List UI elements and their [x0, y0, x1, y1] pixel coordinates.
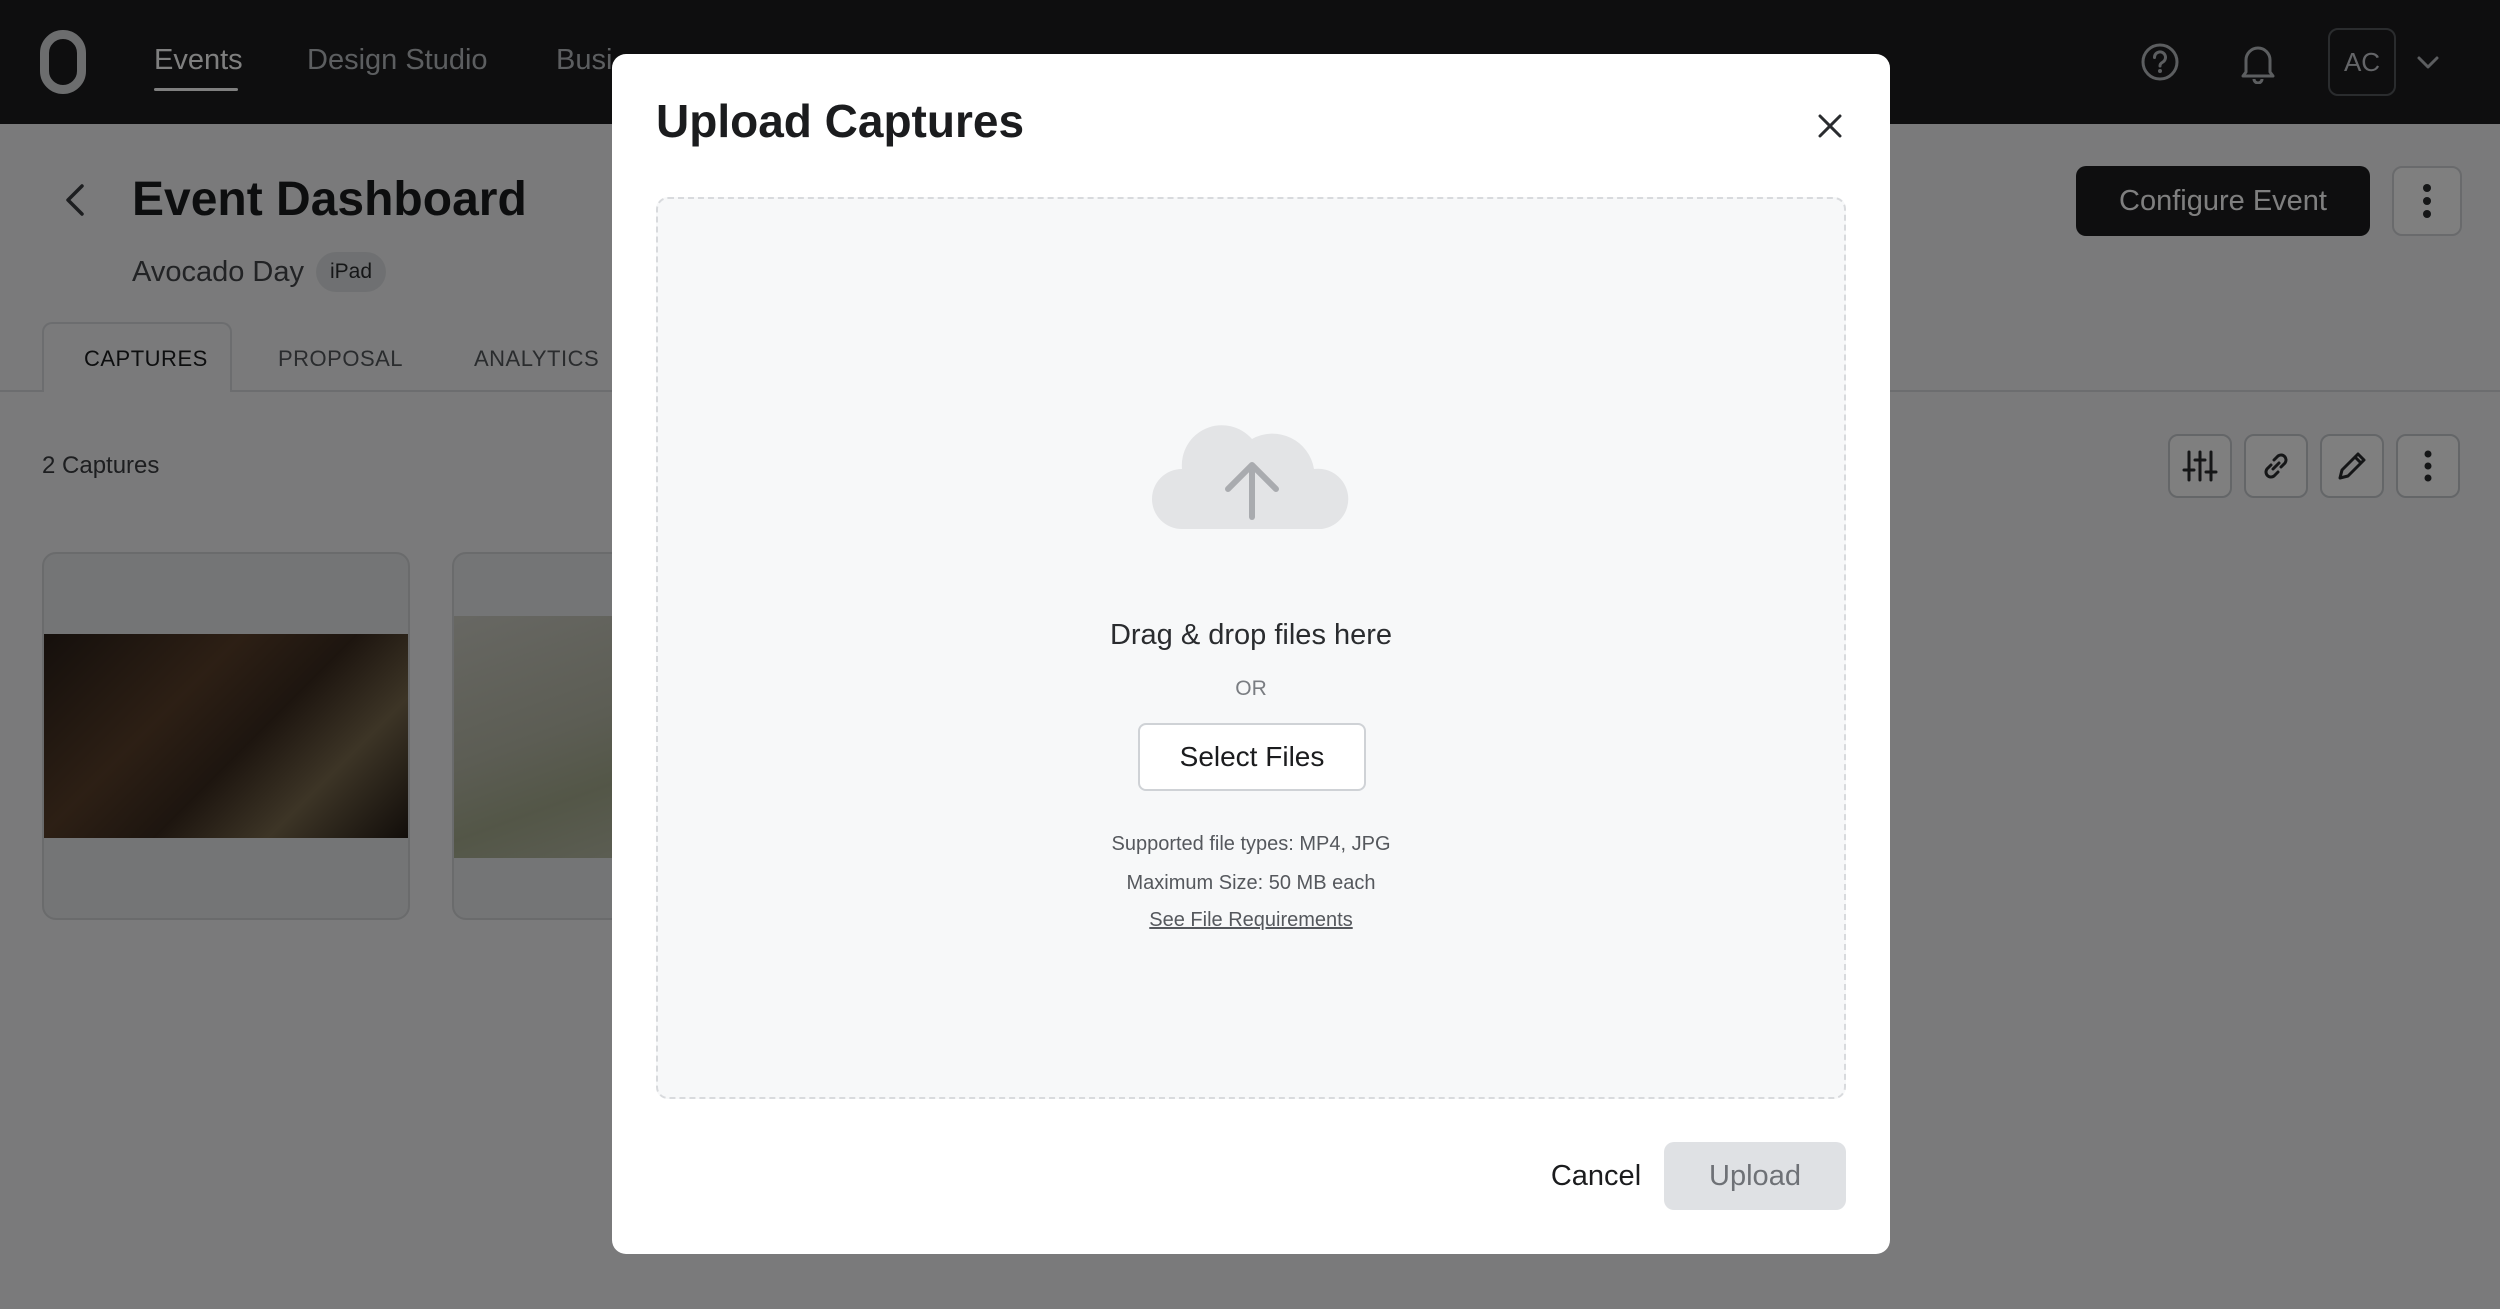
- cloud-upload-icon: [1152, 417, 1352, 542]
- file-dropzone[interactable]: Drag & drop files here OR Select Files S…: [656, 197, 1846, 1099]
- upload-captures-modal: Upload Captures Drag & drop files here O…: [612, 54, 1890, 1254]
- maximum-size: Maximum Size: 50 MB each: [1126, 872, 1376, 894]
- file-requirements-link[interactable]: See File Requirements: [658, 909, 1844, 932]
- dropzone-or-label: OR: [1235, 677, 1267, 700]
- cancel-button[interactable]: Cancel: [1516, 1142, 1676, 1210]
- supported-file-types: Supported file types: MP4, JPG: [1111, 833, 1391, 855]
- select-files-button[interactable]: Select Files: [1138, 723, 1366, 791]
- modal-title: Upload Captures: [656, 95, 1025, 147]
- close-icon[interactable]: [1808, 104, 1852, 148]
- upload-button[interactable]: Upload: [1664, 1142, 1846, 1210]
- dropzone-title: Drag & drop files here: [1109, 619, 1393, 651]
